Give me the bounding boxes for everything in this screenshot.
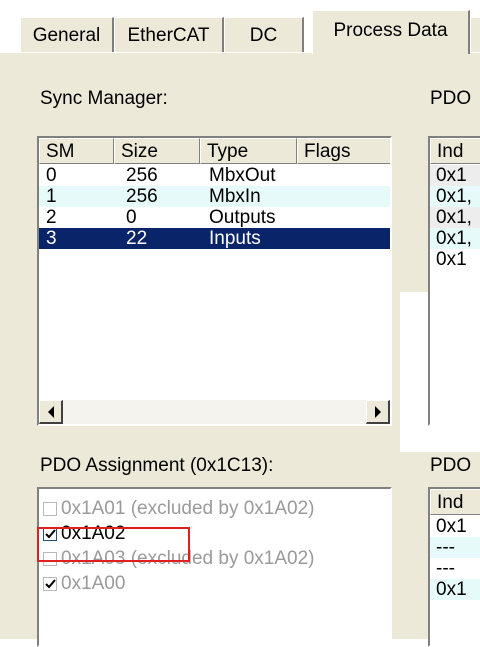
scroll-right-button[interactable] [366,400,390,424]
arrow-left-icon [47,405,54,418]
pdo-content-list[interactable]: Ind 0x1 --- --- 0x1 [428,487,480,647]
pdo-row[interactable]: 0x1 [430,249,480,270]
sync-manager-row[interactable]: 2 0 Outputs [39,207,390,228]
pdo-row[interactable]: 0x1, [430,186,480,207]
pdo-assignment-list[interactable]: 0x1A01 (excluded by 0x1A02) 0x1A02 0x1A0… [37,487,392,647]
pdo-assignment-label: PDO Assignment (0x1C13): [40,455,274,476]
tab-process-data[interactable]: Process Data [312,10,470,54]
pdo-content-row[interactable]: 0x1 [430,579,480,600]
column-header-flags[interactable]: Flags [297,138,390,164]
pdo-assignment-text: 0x1A01 (excluded by 0x1A02) [61,498,315,519]
cell-type: MbxOut [209,165,276,186]
cell-size: 256 [126,186,158,207]
cell-sm: 2 [46,207,57,228]
column-header-index[interactable]: Ind [430,138,480,164]
cell-sm: 0 [46,165,57,186]
pdo-list[interactable]: Ind 0x1 0x1, 0x1, 0x1, 0x1 [428,136,480,426]
scroll-left-button[interactable] [39,400,63,424]
column-header-sm[interactable]: SM [39,138,114,164]
cell-size: 0 [126,207,137,228]
cell-size: 256 [126,165,158,186]
tab-ethercat[interactable]: EtherCAT [114,17,224,53]
checkmark-icon [45,579,56,589]
checkbox[interactable] [43,502,57,516]
column-header-type[interactable]: Type [200,138,297,164]
cell-type: Outputs [209,207,276,228]
cell-type: Inputs [209,228,261,249]
tab-general[interactable]: General [20,17,114,53]
sync-manager-row[interactable]: 1 256 MbxIn [39,186,390,207]
sync-manager-row-selected[interactable]: 3 22 Inputs [39,228,390,249]
cell-type: MbxIn [209,186,261,207]
pdo-list-label: PDO [430,88,472,109]
pdo-content-row[interactable]: --- [430,537,480,558]
tab-overflow[interactable] [470,17,480,53]
sync-manager-label: Sync Manager: [40,88,168,109]
sync-manager-list[interactable]: SM Size Type Flags 0 256 MbxOut 1 256 Mb… [37,136,392,426]
column-header-index[interactable]: Ind [430,489,480,515]
pdo-row[interactable]: 0x1 [430,165,480,186]
pdo-assignment-text: 0x1A00 [61,573,126,594]
sync-manager-row[interactable]: 0 256 MbxOut [39,165,390,186]
arrow-right-icon [374,405,381,418]
cell-sm: 3 [46,228,57,249]
tab-dc[interactable]: DC [224,17,304,53]
pdo-content-row[interactable]: --- [430,558,480,579]
checkbox-checked[interactable] [43,577,57,591]
pdo-content-label: PDO [430,455,472,476]
cell-sm: 1 [46,186,57,207]
cell-size: 22 [126,228,148,249]
pdo-row[interactable]: 0x1, [430,228,480,249]
pdo-row[interactable]: 0x1, [430,207,480,228]
horizontal-scrollbar[interactable] [39,400,390,424]
highlight-box [37,527,190,562]
column-header-size[interactable]: Size [114,138,200,164]
pdo-content-row[interactable]: 0x1 [430,516,480,537]
